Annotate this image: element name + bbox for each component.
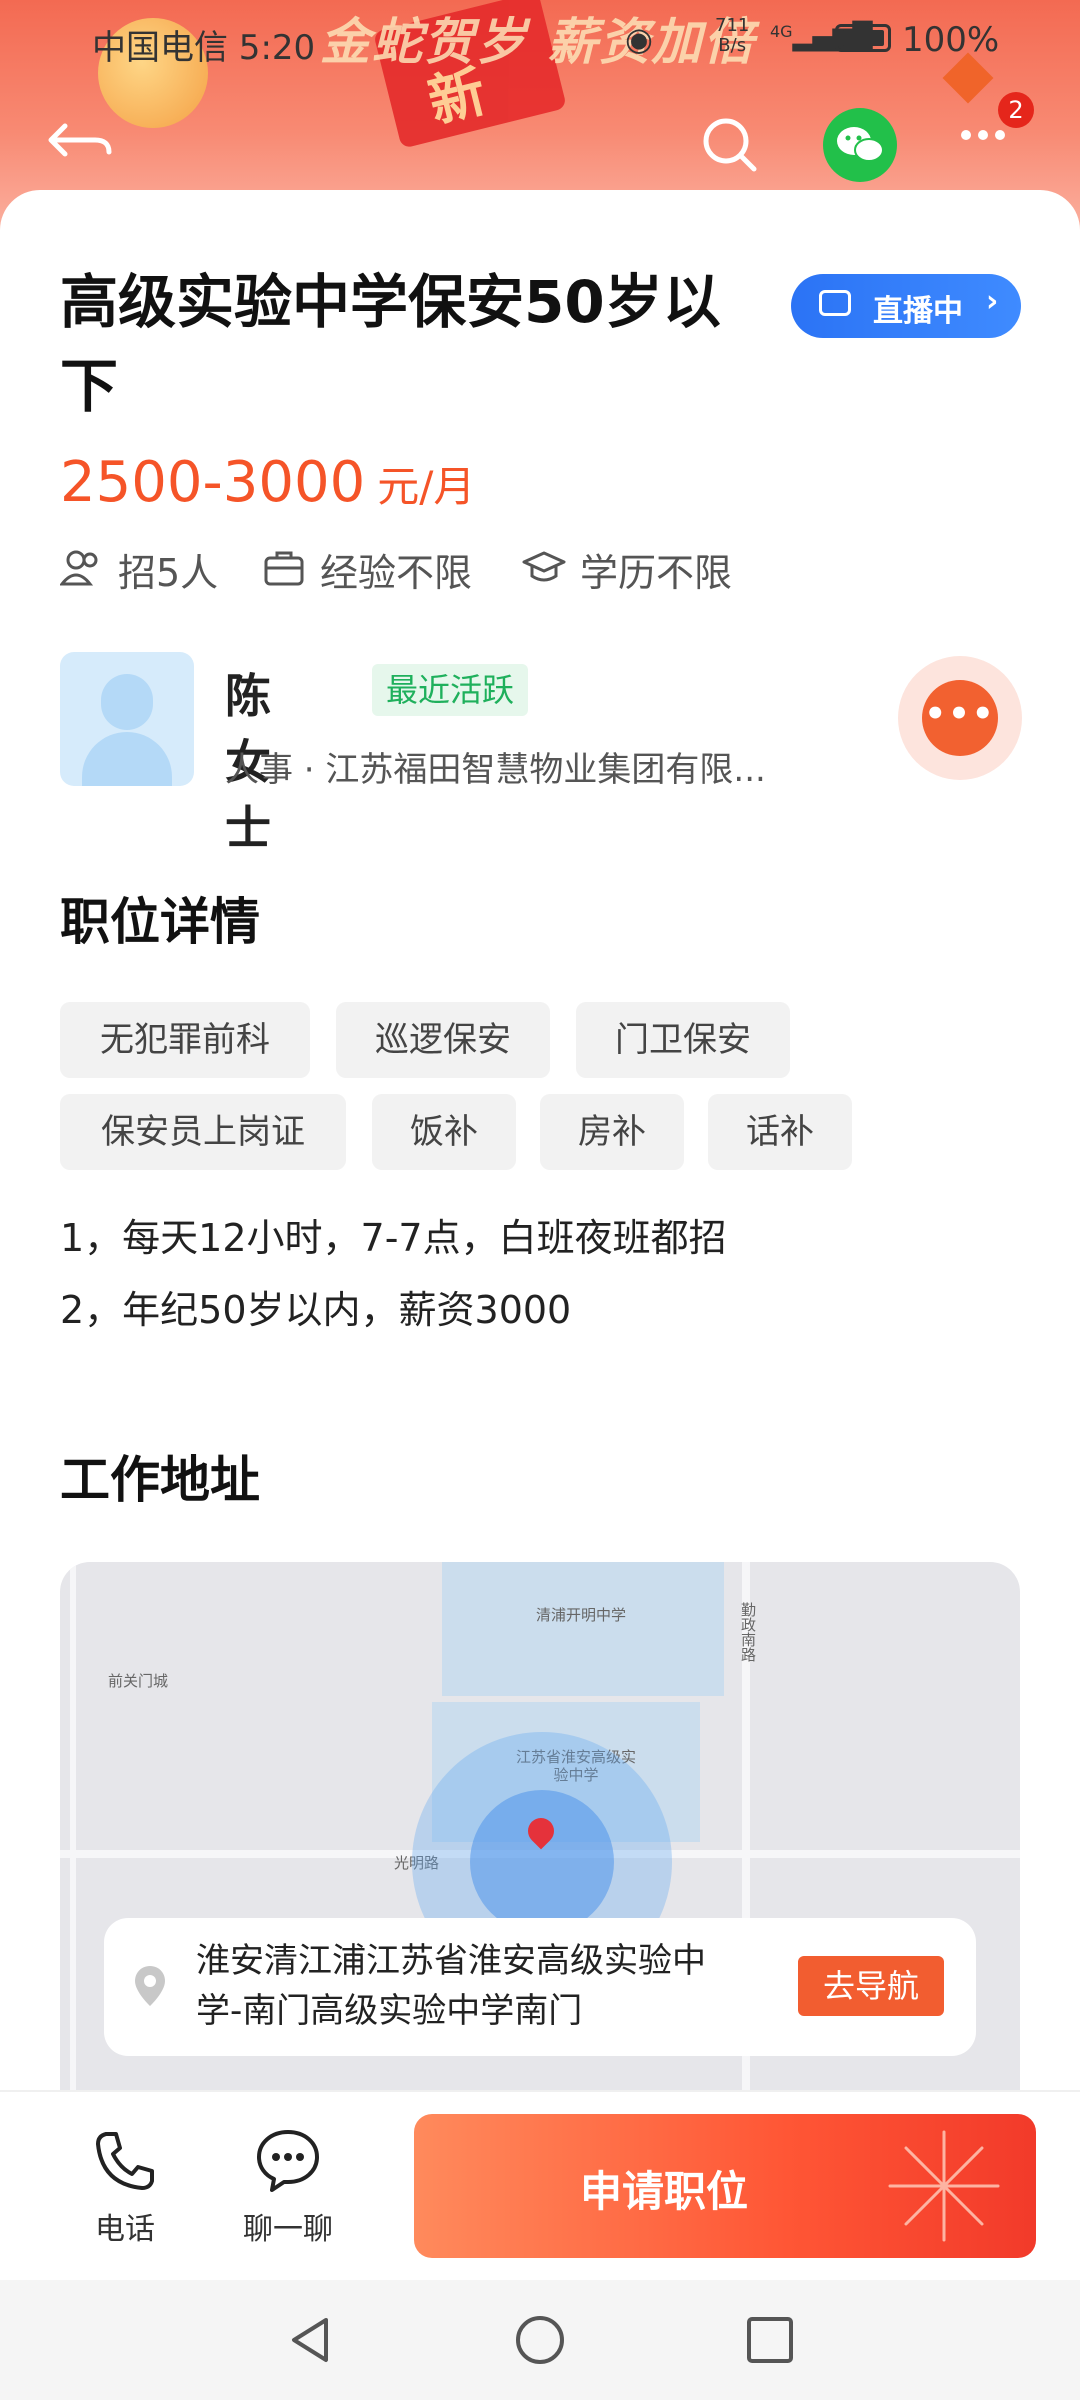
tag: 房补 [540, 1094, 684, 1170]
active-status-badge: 最近活跃 [372, 664, 529, 716]
location-pin-icon [135, 1966, 165, 2006]
section-title-address: 工作地址 [60, 1451, 260, 1509]
chat-label: 聊一聊 [243, 2212, 333, 2247]
location-map[interactable]: 清浦开明中学 勤政南路 前关门城 江苏省淮安高级实验中学 光明路 淮安清江浦江苏… [60, 1562, 1020, 2092]
phone-button[interactable]: 电话 [80, 2126, 170, 2248]
nav-recents-icon [747, 2317, 793, 2363]
search-icon[interactable] [700, 115, 760, 179]
recruiter-role: 人事 · 江苏福田智慧物业集团有限... [225, 750, 766, 790]
apply-label: 申请职位 [579, 2167, 748, 2216]
back-arrow-icon[interactable] [45, 118, 115, 172]
map-label: 勤政南路 [739, 1602, 757, 1662]
network-speed: 711 B/s [715, 15, 750, 56]
carrier-time: 中国电信 5:20 [92, 28, 316, 68]
salary: 2500-3000 元/月 [60, 450, 475, 515]
map-label: 清浦开明中学 [536, 1606, 627, 1624]
chat-bubble-icon [257, 2130, 319, 2192]
status-bar: 中国电信 5:20 ◉ 711 B/s 4G▂▄▆█ 100% [0, 14, 1080, 69]
tv-icon [819, 290, 851, 316]
description-line: 1，每天12小时，7-7点，白班夜班都招 [60, 1216, 727, 1260]
more-options-icon[interactable] [958, 125, 1008, 149]
phone-icon [96, 2132, 154, 2190]
tag: 巡逻保安 [336, 1002, 550, 1078]
firework-decoration [888, 2130, 1000, 2242]
live-label: 直播中 [873, 294, 963, 329]
notification-badge: 2 [998, 92, 1034, 128]
navigate-button[interactable]: 去导航 [798, 1956, 944, 2016]
map-road [70, 1562, 76, 2092]
section-title-details: 职位详情 [60, 893, 260, 951]
location-halo-inner [470, 1790, 614, 1934]
chat-icon: ••• [922, 680, 998, 756]
tag: 话补 [708, 1094, 852, 1170]
nav-home-icon [516, 2316, 564, 2364]
tag: 无犯罪前科 [60, 1002, 310, 1078]
chat-bubble-button[interactable]: ••• [898, 656, 1022, 780]
chat-button[interactable]: 聊一聊 [236, 2126, 340, 2248]
tag: 饭补 [372, 1094, 516, 1170]
apply-job-button[interactable]: 申请职位 [414, 2114, 1036, 2258]
address-text: 淮安清江浦江苏省淮安高级实验中学-南门高级实验中学南门 [196, 1941, 706, 2031]
tag: 保安员上岗证 [60, 1094, 346, 1170]
chevron-right-icon: › [986, 284, 999, 319]
people-icon [60, 550, 98, 586]
avatar [60, 652, 194, 786]
job-detail-card: 高级实验中学保安50岁以下 直播中 › 2500-3000 元/月 招5人 经验不… [0, 190, 1080, 2092]
description-line: 2，年纪50岁以内，薪资3000 [60, 1288, 572, 1332]
briefcase-icon [264, 551, 304, 586]
salary-unit: 元/月 [377, 462, 476, 511]
battery-icon [835, 24, 891, 52]
salary-range: 2500-3000 [60, 450, 366, 515]
map-label: 前关门城 [108, 1672, 169, 1690]
job-description: 1，每天12小时，7-7点，白班夜班都招 2，年纪50岁以内，薪资3000 [60, 1202, 727, 1346]
system-nav-bar [0, 2280, 1080, 2400]
live-stream-button[interactable]: 直播中 › [791, 274, 1021, 338]
address-card: 淮安清江浦江苏省淮安高级实验中学-南门高级实验中学南门 去导航 [104, 1918, 976, 2056]
map-block [442, 1562, 724, 1696]
job-title: 高级实验中学保安50岁以下 [60, 268, 721, 420]
bottom-action-bar: 电话 聊一聊 申请职位 [0, 2090, 1080, 2282]
phone-label: 电话 [95, 2212, 155, 2247]
graduation-cap-icon [522, 551, 566, 582]
wechat-share-icon[interactable] [823, 108, 897, 182]
battery-percent: 100% [902, 20, 1000, 60]
tag: 门卫保安 [576, 1002, 790, 1078]
eye-icon: ◉ [625, 20, 653, 58]
nav-back-icon [292, 2318, 328, 2362]
